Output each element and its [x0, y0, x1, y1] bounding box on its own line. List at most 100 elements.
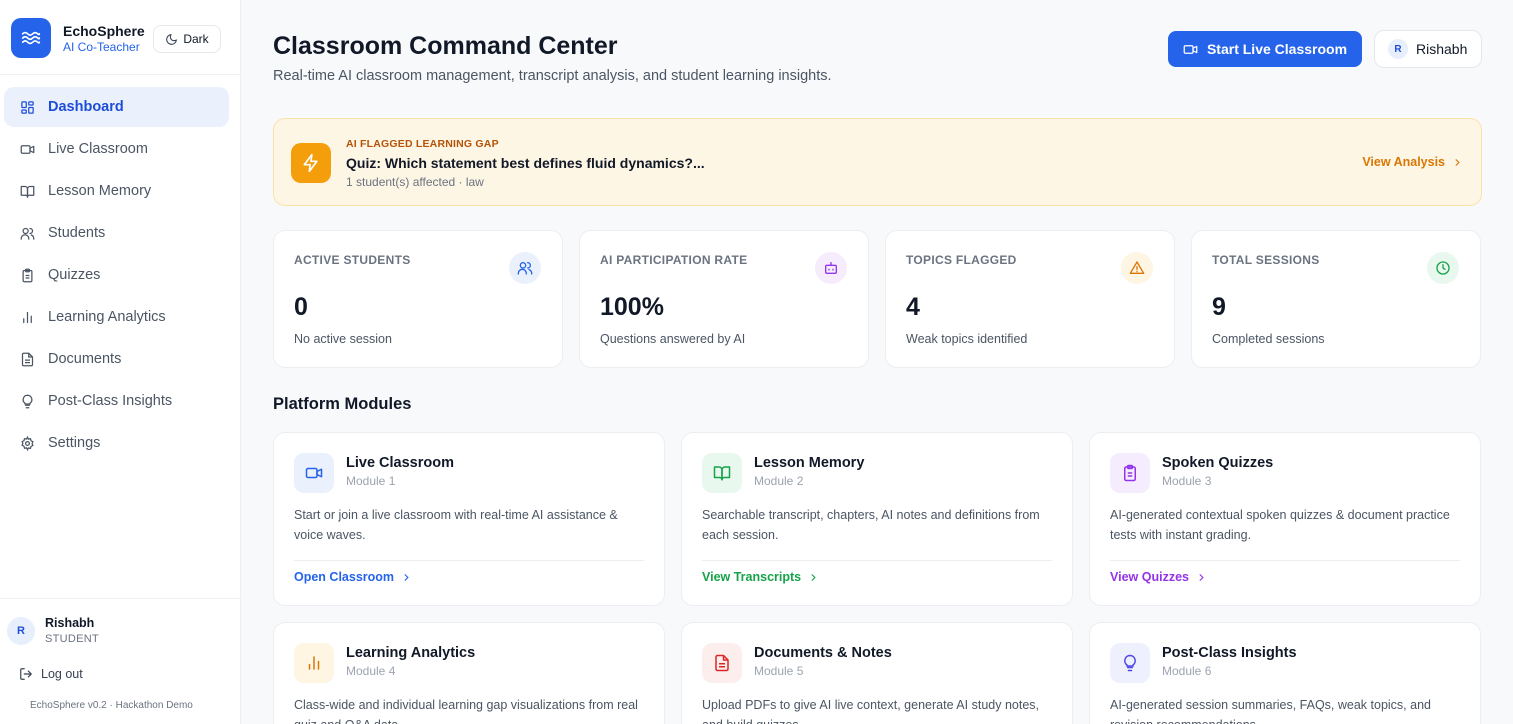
bot-icon [815, 252, 847, 284]
chevron-right-icon [1455, 158, 1460, 166]
module-number: Module 5 [754, 664, 804, 678]
sidebar-item-post-class-insights[interactable]: Post-Class Insights [4, 381, 229, 421]
module-description: Start or join a live classroom with real… [294, 508, 618, 542]
logout-label: Log out [41, 667, 83, 681]
module-card-documents-notes[interactable]: Documents & Notes Module 5 Upload PDFs t… [681, 622, 1073, 724]
module-description: Class-wide and individual learning gap v… [294, 698, 638, 724]
grid-icon [21, 100, 34, 114]
stat-note: Questions answered by AI [600, 332, 746, 346]
module-description: AI-generated contextual spoken quizzes &… [1110, 508, 1450, 542]
stat-note: Completed sessions [1212, 332, 1325, 346]
users-icon [20, 227, 35, 240]
stat-label: TOPICS FLAGGED [906, 253, 1017, 267]
brand-subtitle: AI Co-Teacher [63, 40, 140, 54]
view-analysis-link[interactable]: View Analysis [1362, 155, 1463, 169]
module-title: Spoken Quizzes [1162, 455, 1274, 471]
logout-button[interactable]: Log out [19, 667, 83, 681]
sidebar-item-quizzes[interactable]: Quizzes [4, 255, 229, 295]
sidebar-item-label: Lesson Memory [48, 183, 152, 199]
user-menu-name: Rishabh [1416, 41, 1468, 57]
theme-toggle-label: Dark [183, 32, 209, 46]
divider [294, 560, 644, 561]
view-transcripts-link[interactable]: View Transcripts [702, 570, 819, 584]
stat-card-active-students: ACTIVE STUDENTS 0 No active session [273, 230, 563, 368]
user-name: Rishabh [45, 616, 95, 630]
page-subtitle: Real-time AI classroom management, trans… [273, 68, 832, 84]
module-card-spoken-quizzes[interactable]: Spoken Quizzes Module 3 AI-generated con… [1089, 432, 1481, 606]
users-icon [509, 252, 541, 284]
book-icon [20, 185, 35, 198]
divider [0, 598, 241, 599]
module-card-live-classroom[interactable]: Live Classroom Module 1 Start or join a … [273, 432, 665, 606]
stat-value: 100% [600, 293, 664, 321]
page-title: Classroom Command Center [273, 32, 618, 60]
file-icon [702, 643, 742, 683]
module-title: Learning Analytics [346, 645, 476, 661]
sidebar-item-students[interactable]: Students [4, 213, 229, 253]
module-title: Documents & Notes [754, 645, 892, 661]
user-menu-button[interactable]: R Rishabh [1374, 30, 1482, 68]
sidebar-item-documents[interactable]: Documents [4, 339, 229, 379]
sidebar-item-label: Learning Analytics [48, 309, 166, 325]
module-title: Post-Class Insights [1162, 645, 1297, 661]
sidebar-item-dashboard[interactable]: Dashboard [4, 87, 229, 127]
sidebar-item-live-classroom[interactable]: Live Classroom [4, 129, 229, 169]
bar-chart-icon [294, 643, 334, 683]
stat-label: ACTIVE STUDENTS [294, 253, 411, 267]
alert-title: Quiz: Which statement best defines fluid… [346, 155, 705, 171]
module-description: AI-generated session summaries, FAQs, we… [1110, 698, 1431, 724]
chevron-right-icon [811, 573, 816, 581]
module-link-label: View Transcripts [702, 570, 802, 584]
chevron-right-icon [404, 573, 409, 581]
sidebar-nav: Dashboard Live Classroom Lesson Memory S… [4, 87, 229, 465]
module-description: Searchable transcript, chapters, AI note… [702, 508, 1040, 542]
file-icon [21, 352, 34, 366]
clock-icon [1427, 252, 1459, 284]
module-link-label: View Quizzes [1110, 570, 1189, 584]
waves-logo-icon[interactable] [11, 18, 51, 58]
view-analysis-label: View Analysis [1362, 155, 1445, 169]
theme-toggle-button[interactable]: Dark [153, 25, 221, 53]
module-link-label: Open Classroom [294, 570, 395, 584]
start-live-classroom-button[interactable]: Start Live Classroom [1168, 31, 1362, 67]
stat-card-topics-flagged: TOPICS FLAGGED 4 Weak topics identified [885, 230, 1175, 368]
module-description: Upload PDFs to give AI live context, gen… [702, 698, 1039, 724]
sidebar-item-lesson-memory[interactable]: Lesson Memory [4, 171, 229, 211]
alert-tag: AI FLAGGED LEARNING GAP [346, 138, 499, 150]
stat-value: 9 [1212, 293, 1226, 321]
logout-icon [20, 668, 32, 680]
alert-meta: 1 student(s) affected · law [346, 175, 484, 189]
sidebar-item-label: Documents [48, 351, 122, 367]
module-card-learning-analytics[interactable]: Learning Analytics Module 4 Class-wide a… [273, 622, 665, 724]
sidebar-item-label: Post-Class Insights [48, 393, 173, 409]
divider [0, 74, 241, 75]
clipboard-icon [22, 268, 33, 282]
module-card-post-class-insights[interactable]: Post-Class Insights Module 6 AI-generate… [1089, 622, 1481, 724]
lightbulb-icon [1110, 643, 1150, 683]
moon-icon [166, 33, 178, 45]
video-icon [294, 453, 334, 493]
module-number: Module 6 [1162, 664, 1212, 678]
gear-icon [21, 435, 34, 451]
section-title-platform-modules: Platform Modules [273, 395, 412, 413]
module-number: Module 3 [1162, 474, 1212, 488]
chevron-right-icon [1199, 573, 1204, 581]
stat-value: 0 [294, 293, 308, 321]
divider [702, 560, 1052, 561]
sidebar: EchoSphere AI Co-Teacher Dark Dashboard … [0, 0, 241, 724]
alert-triangle-icon [1121, 252, 1153, 284]
view-quizzes-link[interactable]: View Quizzes [1110, 570, 1207, 584]
sidebar-item-settings[interactable]: Settings [4, 423, 229, 463]
lightbulb-icon [22, 394, 33, 408]
module-number: Module 2 [754, 474, 804, 488]
sidebar-item-learning-analytics[interactable]: Learning Analytics [4, 297, 229, 337]
module-title: Lesson Memory [754, 455, 865, 471]
stat-card-total-sessions: TOTAL SESSIONS 9 Completed sessions [1191, 230, 1481, 368]
brand: EchoSphere AI Co-Teacher Dark [11, 18, 236, 60]
module-number: Module 1 [346, 474, 396, 488]
open-classroom-link[interactable]: Open Classroom [294, 570, 412, 584]
sidebar-item-label: Quizzes [48, 267, 101, 283]
version-text: EchoSphere v0.2 · Hackathon Demo [30, 700, 193, 711]
module-card-lesson-memory[interactable]: Lesson Memory Module 2 Searchable transc… [681, 432, 1073, 606]
video-icon [20, 144, 35, 154]
